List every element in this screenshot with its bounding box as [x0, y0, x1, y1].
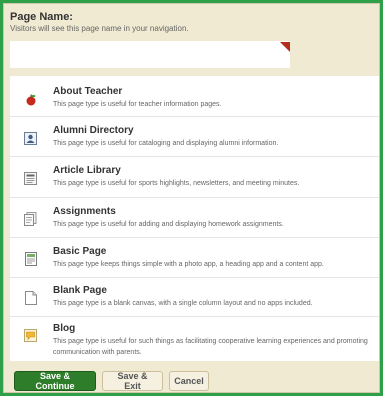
- speech-bubble-icon: [24, 328, 37, 342]
- page-type-description: This page type is useful for sports high…: [53, 180, 300, 187]
- page-type-title: Basic Page: [53, 246, 107, 257]
- page-type-assignments[interactable]: Assignments This page type is useful for…: [10, 198, 379, 238]
- save-and-exit-button[interactable]: Save & Exit: [102, 371, 163, 391]
- page-layout-icon: [24, 252, 37, 266]
- page-name-header: Page Name: Visitors will see this page n…: [10, 11, 376, 33]
- cancel-button[interactable]: Cancel: [169, 371, 209, 391]
- page-type-description: This page type is a blank canvas, with a…: [53, 300, 313, 307]
- page-name-input[interactable]: [10, 41, 290, 68]
- page-type-about-teacher[interactable]: About Teacher This page type is useful f…: [10, 76, 379, 117]
- page-type-basic-page[interactable]: Basic Page This page type keeps things s…: [10, 238, 379, 278]
- apple-icon: [24, 92, 37, 106]
- page-type-title: Assignments: [53, 206, 116, 217]
- page-type-title: Article Library: [53, 165, 121, 176]
- page-type-article-library[interactable]: Article Library This page type is useful…: [10, 157, 379, 198]
- person-card-icon: [24, 131, 37, 145]
- page-type-title: Blank Page: [53, 285, 107, 296]
- page-type-title: Blog: [53, 323, 76, 334]
- page-type-blog[interactable]: Blog This page type is useful for such t…: [10, 317, 379, 361]
- blank-page-icon: [24, 291, 37, 305]
- page-type-description: This page type keeps things simple with …: [53, 261, 324, 268]
- page-type-title: Alumni Directory: [53, 125, 134, 136]
- newspaper-icon: [24, 171, 37, 185]
- page-type-blank-page[interactable]: Blank Page This page type is a blank can…: [10, 278, 379, 317]
- page-name-hint: Visitors will see this page name in your…: [10, 24, 189, 33]
- save-and-continue-button[interactable]: Save & Continue: [14, 371, 96, 391]
- page-type-description: This page type is useful for teacher inf…: [53, 101, 222, 108]
- page-type-alumni-directory[interactable]: Alumni Directory This page type is usefu…: [10, 117, 379, 157]
- page-type-title: About Teacher: [53, 86, 123, 97]
- required-flag-icon: [280, 42, 290, 52]
- page-name-label: Page Name:: [10, 11, 73, 23]
- document-stack-icon: [24, 212, 37, 226]
- page-settings-panel: Page Name: Visitors will see this page n…: [3, 3, 380, 393]
- page-type-description: This page type is useful for cataloging …: [53, 140, 279, 147]
- page-type-description: This page type is useful for adding and …: [53, 221, 284, 228]
- page-type-description: This page type is useful for such things…: [53, 338, 368, 356]
- page-type-list: About Teacher This page type is useful f…: [10, 76, 379, 361]
